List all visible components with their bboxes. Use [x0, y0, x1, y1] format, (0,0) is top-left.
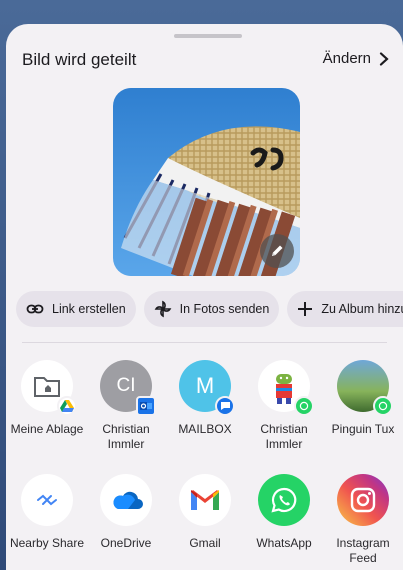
whatsapp-badge-icon	[373, 396, 393, 416]
album-hinzufuegen-chip[interactable]: Zu Album hinzufü	[287, 291, 403, 327]
gmail-icon	[179, 474, 231, 526]
instagram-icon	[337, 474, 389, 526]
target-whatsapp[interactable]: WhatsApp	[243, 474, 325, 551]
target-pinguin-tux[interactable]: Pinguin Tux	[322, 360, 403, 437]
link-icon	[26, 304, 44, 314]
chip-label: Link erstellen	[52, 302, 126, 316]
message-badge-icon	[215, 396, 235, 416]
avatar-initials: M	[195, 373, 215, 398]
pinwheel-icon	[154, 300, 172, 318]
drag-handle[interactable]	[174, 34, 242, 38]
edit-image-button[interactable]	[260, 234, 294, 268]
chip-label: Zu Album hinzufü	[321, 302, 403, 316]
chip-label: In Fotos senden	[179, 302, 270, 316]
target-label: Meine Ablage	[10, 422, 84, 436]
change-label: Ändern	[322, 50, 371, 67]
share-targets-row-1: Meine Ablage CI Christian Immler M MAILB…	[6, 360, 403, 470]
share-sheet: Bild wird geteilt Ändern Link erstellen …	[6, 24, 403, 570]
target-nearby-share[interactable]: Nearby Share	[6, 474, 88, 551]
plus-icon	[298, 302, 313, 316]
photo-whatsapp-icon	[337, 360, 393, 416]
fotos-senden-chip[interactable]: In Fotos senden	[143, 291, 280, 327]
target-mailbox[interactable]: M MAILBOX	[164, 360, 246, 437]
target-label: OneDrive	[100, 536, 152, 550]
divider	[22, 342, 387, 343]
share-targets-row-2: Nearby Share OneDrive Gmail WhatsApp Ins…	[6, 474, 403, 570]
target-onedrive[interactable]: OneDrive	[85, 474, 167, 551]
onedrive-icon	[100, 474, 152, 526]
target-label: Nearby Share	[9, 536, 85, 550]
avatar: M	[179, 360, 235, 416]
whatsapp-icon	[258, 474, 310, 526]
target-christian-immler-outlook[interactable]: CI Christian Immler	[85, 360, 167, 452]
outlook-badge-icon	[136, 396, 156, 416]
link-erstellen-chip[interactable]: Link erstellen	[16, 291, 136, 327]
avatar-initials: CI	[116, 375, 136, 396]
target-label: Christian Immler	[260, 422, 308, 451]
chevron-right-icon	[379, 51, 389, 66]
target-label: Instagram Feed	[336, 536, 390, 565]
target-label: Christian Immler	[102, 422, 150, 451]
target-christian-immler-whatsapp[interactable]: Christian Immler	[243, 360, 325, 452]
target-label: Gmail	[189, 536, 221, 550]
nearby-share-icon	[21, 474, 73, 526]
target-gmail[interactable]: Gmail	[164, 474, 246, 551]
target-instagram-feed[interactable]: Instagram Feed	[322, 474, 403, 566]
target-label: MAILBOX	[178, 422, 232, 436]
change-button[interactable]: Ändern	[323, 50, 391, 67]
target-label: WhatsApp	[256, 536, 312, 550]
android-whatsapp-icon	[258, 360, 314, 416]
avatar: CI	[100, 360, 156, 416]
drive-badge-icon	[57, 396, 77, 416]
pencil-icon	[272, 245, 283, 256]
target-label: Pinguin Tux	[331, 422, 395, 436]
sheet-title: Bild wird geteilt	[22, 50, 137, 69]
quick-actions: Link erstellen In Fotos senden Zu Album …	[16, 291, 403, 327]
drive-folder-icon	[21, 360, 77, 416]
target-meine-ablage[interactable]: Meine Ablage	[6, 360, 88, 437]
whatsapp-badge-icon	[294, 396, 314, 416]
